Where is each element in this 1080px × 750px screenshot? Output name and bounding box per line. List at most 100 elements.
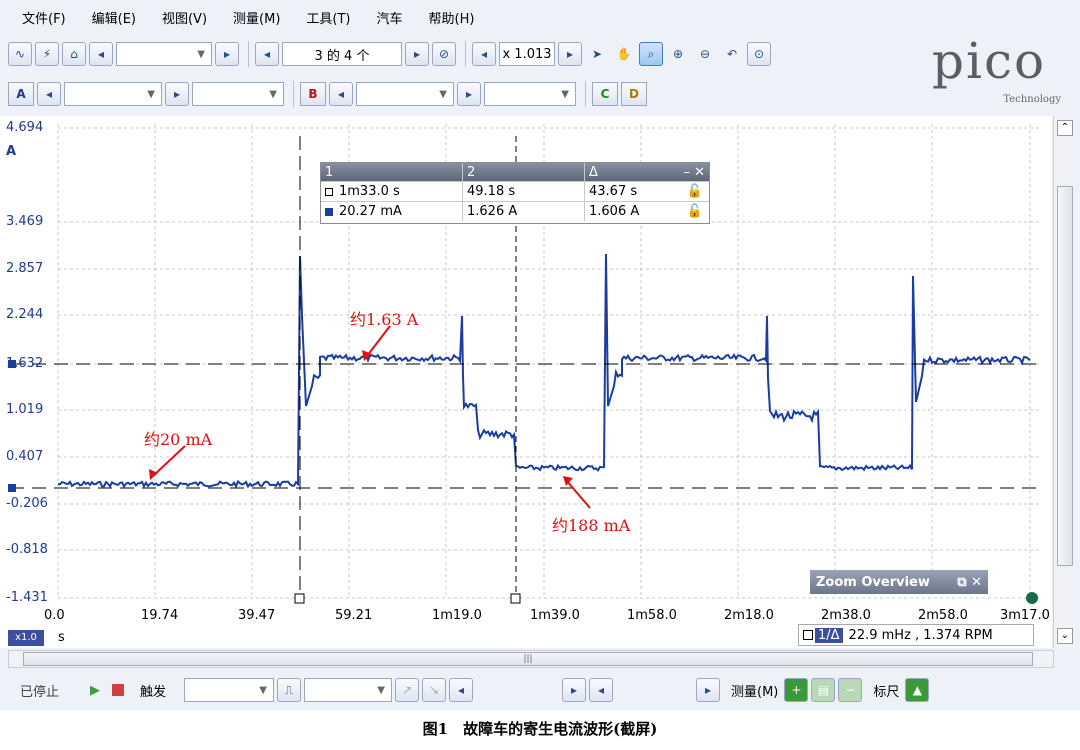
compass-icon[interactable]: ⊘ (432, 42, 456, 66)
vertical-scrollbar[interactable]: ⌃ ⌄ (1053, 116, 1075, 648)
channel-b-prev-button[interactable]: ◂ (329, 82, 353, 106)
status-bar: 已停止 ▶ 触发 ▼ ⎍ ▼ ↗ ↘ ◂ ▸ ◂ ▸ 测量(M) + ▤ − 标… (0, 672, 1080, 708)
channel-a-button[interactable]: A (8, 82, 34, 106)
overview-dot-icon (1026, 592, 1038, 604)
channel-a-next-button[interactable]: ▸ (165, 82, 189, 106)
menu-edit[interactable]: 编辑(E) (92, 8, 136, 27)
zoom-overview-title: Zoom Overview (816, 574, 930, 590)
ruler-cell: 20.27 mA (339, 204, 402, 219)
menu-help[interactable]: 帮助(H) (429, 8, 475, 27)
ruler-header-delta: Δ (589, 164, 598, 180)
menu-view[interactable]: 视图(V) (162, 8, 207, 27)
channel-a-coupling-select[interactable]: ▼ (192, 82, 284, 106)
scope-plot[interactable]: A 4.694 3.469 2.857 2.244 1.632 1.019 0.407 -0.… (0, 116, 1052, 648)
trigger-type-icon[interactable]: ⎍ (277, 678, 301, 702)
delete-measurement-icon[interactable]: − (838, 678, 863, 702)
zoom-region-icon[interactable]: ⌕ (639, 42, 663, 66)
horizontal-scrollbar[interactable]: ||| (8, 650, 1054, 668)
home-icon[interactable]: ⌂ (62, 42, 86, 66)
ruler-cell: 43.67 s (589, 184, 638, 199)
arrow-2-head (149, 469, 158, 480)
channel-b-button[interactable]: B (300, 82, 326, 106)
channel-a-range-select[interactable]: ▼ (64, 82, 162, 106)
scroll-up-icon[interactable]: ⌃ (1057, 120, 1073, 136)
y-tick-label: 1.632 (6, 356, 44, 371)
start-icon[interactable]: ▶ (90, 683, 100, 698)
pretrigger-next-button[interactable]: ▸ (696, 678, 720, 702)
menu-tools[interactable]: 工具(T) (306, 8, 350, 27)
trigger-label: 触发 (140, 684, 167, 700)
menu-auto[interactable]: 汽车 (377, 8, 403, 27)
channel-d-button[interactable]: D (621, 82, 647, 106)
ruler-icon[interactable]: ▲ (905, 678, 930, 702)
time-unit-label: s (58, 630, 65, 645)
zoom-out-step-button[interactable]: ◂ (472, 42, 496, 66)
zoom-in-step-button[interactable]: ▸ (558, 42, 582, 66)
channel-c-button[interactable]: C (592, 82, 618, 106)
zoom-overview-panel[interactable]: Zoom Overview ⧉ ✕ (810, 570, 988, 594)
trigger-mode-select[interactable]: ▼ (184, 678, 274, 702)
zoom-factor-field[interactable]: x 1.013 (499, 42, 555, 66)
horizontal-scroll-thumb[interactable]: ||| (23, 652, 1033, 666)
channel-b-next-button[interactable]: ▸ (457, 82, 481, 106)
timebase-select[interactable]: ▼ (116, 42, 212, 66)
ruler-legend[interactable]: 1 2 Δ – ✕ 1m33.0 s 49.18 s 43.67 s 🔓 20.2… (320, 162, 710, 224)
wand-icon[interactable]: ⚡ (35, 42, 59, 66)
trigger-level-next-button[interactable]: ▸ (562, 678, 586, 702)
ruler-swatch-icon (803, 630, 813, 640)
x-tick-label: 2m58.0 (918, 608, 968, 623)
prev-timebase-button[interactable]: ◂ (89, 42, 113, 66)
next-buffer-button[interactable]: ▸ (405, 42, 429, 66)
zoom-100-icon[interactable]: ⊙ (747, 42, 771, 66)
trigger-channel-select[interactable]: ▼ (304, 678, 392, 702)
hand-icon[interactable]: ✋ (612, 42, 636, 66)
ruler-label[interactable]: 标尺 (873, 681, 899, 700)
channel-a-prev-button[interactable]: ◂ (37, 82, 61, 106)
zoom-in-icon[interactable]: ⊕ (666, 42, 690, 66)
channel-b-coupling-select[interactable]: ▼ (484, 82, 576, 106)
buffer-navigator[interactable]: 3 的 4 个 (282, 42, 402, 66)
annotation-1-63a: 约1.63 A (350, 310, 419, 329)
y-tick-label: -1.431 (6, 590, 48, 605)
measure-label[interactable]: 测量(M) (731, 681, 778, 700)
falling-edge-icon[interactable]: ↘ (422, 678, 446, 702)
prev-buffer-button[interactable]: ◂ (255, 42, 279, 66)
y-tick-label: 2.244 (6, 307, 44, 322)
menu-measure[interactable]: 测量(M) (233, 8, 280, 27)
figure-caption: 图1 故障车的寄生电流波形(截屏) (422, 720, 658, 738)
ruler-header-2: 2 (463, 163, 585, 181)
pico-logo: pico Technology (932, 32, 1061, 105)
channel-toolbar: A ◂ ▼ ▸ ▼ B ◂ ▼ ▸ ▼ C D (8, 76, 650, 112)
zoom-out-icon[interactable]: ⊖ (693, 42, 717, 66)
zoom-overview-close-icon[interactable]: ⧉ ✕ (957, 575, 982, 590)
rising-edge-icon[interactable]: ↗ (395, 678, 419, 702)
ruler-1-handle[interactable] (294, 593, 305, 604)
table-row: 1m33.0 s 49.18 s 43.67 s 🔓 (321, 181, 709, 201)
ruler-cell: 49.18 s (463, 182, 585, 201)
undo-zoom-icon[interactable]: ↶ (720, 42, 744, 66)
pointer-icon[interactable]: ➤ (585, 42, 609, 66)
menu-bar: 文件(F) 编辑(E) 视图(V) 测量(M) 工具(T) 汽车 帮助(H) (0, 0, 1080, 34)
channel-b-range-select[interactable]: ▼ (356, 82, 454, 106)
scope-mode-icon[interactable]: ∿ (8, 42, 32, 66)
stop-icon[interactable] (112, 684, 124, 696)
vertical-scroll-thumb[interactable] (1057, 186, 1073, 566)
signal-ruler-2-handle[interactable] (8, 484, 16, 492)
scroll-down-icon[interactable]: ⌄ (1057, 628, 1073, 644)
y-tick-label: 3.469 (6, 214, 44, 229)
ruler-2-handle[interactable] (510, 593, 521, 604)
menu-file[interactable]: 文件(F) (22, 8, 66, 27)
lock-icon[interactable]: 🔓 (687, 184, 703, 199)
add-measurement-icon[interactable]: + (784, 678, 809, 702)
lock-icon[interactable]: 🔓 (687, 204, 703, 219)
x-tick-label: 1m39.0 (530, 608, 580, 623)
y-tick-label: 4.694 (6, 120, 44, 135)
pretrigger-prev-button[interactable]: ◂ (589, 678, 613, 702)
next-timebase-button[interactable]: ▸ (215, 42, 239, 66)
y-tick-label: -0.818 (6, 542, 48, 557)
x-tick-label: 1m58.0 (627, 608, 677, 623)
arrow-1 (366, 325, 391, 357)
close-legend-icon[interactable]: – ✕ (683, 165, 705, 180)
edit-measurement-icon[interactable]: ▤ (811, 678, 836, 702)
trigger-level-prev-button[interactable]: ◂ (449, 678, 473, 702)
